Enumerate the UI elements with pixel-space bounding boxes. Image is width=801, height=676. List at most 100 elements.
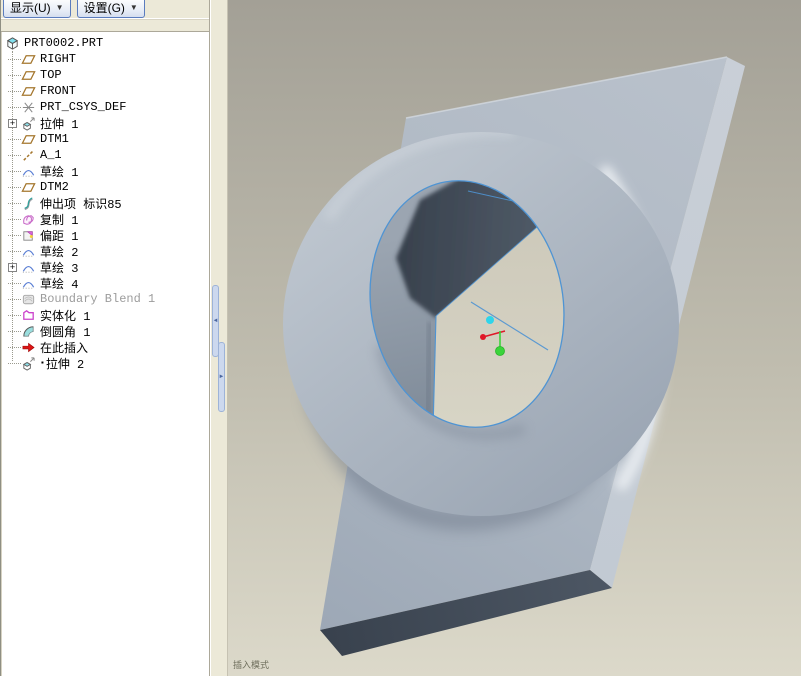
- model-tree-item[interactable]: Boundary Blend 1: [2, 291, 209, 307]
- dropdown-caret-icon: ▼: [55, 3, 64, 12]
- item-label: Boundary Blend 1: [40, 292, 156, 306]
- model-tree-item[interactable]: 草绘 4: [2, 275, 209, 292]
- tree-connector: [8, 250, 21, 252]
- model-tree-item[interactable]: DTM1: [2, 131, 209, 147]
- item-label: RIGHT: [40, 52, 77, 66]
- proe-window: 显示(U) ▼ 设置(G) ▼ PRT0002.PRT RIGHT TOP FRON…: [0, 0, 801, 676]
- tree-connector: [8, 74, 21, 76]
- item-label: 伸出项 标识85: [40, 197, 122, 212]
- datum-plane-icon: [21, 84, 36, 99]
- tree-connector: [8, 234, 21, 236]
- model-tree-item[interactable]: 偏距 1: [2, 227, 209, 244]
- datum-plane-icon: [21, 132, 36, 147]
- item-label: 草绘 3: [40, 261, 79, 276]
- model-tree-item[interactable]: + 草绘 3: [2, 259, 209, 276]
- model-tree-item[interactable]: 倒圆角 1: [2, 323, 209, 340]
- model-tree-item[interactable]: 复制 1: [2, 211, 209, 228]
- tree-connector: [8, 330, 21, 332]
- item-label: 草绘 2: [40, 245, 79, 260]
- boundary-blend-icon: [21, 292, 36, 307]
- item-label: 倒圆角 1: [40, 325, 91, 340]
- axis-icon: [21, 148, 36, 163]
- sketch-icon: [21, 164, 36, 179]
- model-tree: PRT0002.PRT RIGHT TOP FRONT PRT_CSYS_DEF…: [1, 32, 209, 676]
- model-tree-item[interactable]: FRONT: [2, 83, 209, 99]
- tree-connector: [8, 106, 21, 108]
- item-label: 偏距 1: [40, 229, 79, 244]
- item-label: 草绘 4: [40, 277, 79, 292]
- extrude-icon: [21, 356, 36, 371]
- item-label: DTM1: [40, 132, 69, 146]
- model-tree-item[interactable]: ▪ 拉伸 2: [2, 355, 209, 372]
- collapse-arrow-icon: ◄: [212, 318, 219, 324]
- item-prefix-bullet: ▪: [40, 358, 45, 368]
- tree-connector: [8, 186, 21, 188]
- solidify-icon: [21, 308, 36, 323]
- tree-connector: [8, 90, 21, 92]
- datum-point-green[interactable]: [495, 346, 505, 356]
- item-label: 实体化 1: [40, 309, 91, 324]
- dropdown-caret-icon: ▼: [129, 3, 138, 12]
- model-tree-item[interactable]: TOP: [2, 67, 209, 83]
- insert-mode-status: 插入模式: [233, 660, 270, 670]
- settings-menu-label: 设置(G): [83, 1, 125, 15]
- expand-arrow-icon: ►: [218, 374, 225, 380]
- offset-icon: [21, 228, 36, 243]
- item-label: TOP: [40, 68, 62, 82]
- tree-connector: [8, 58, 21, 60]
- item-label: DTM2: [40, 180, 69, 194]
- datum-point-red[interactable]: [480, 334, 486, 340]
- model-tree-item[interactable]: PRT0002.PRT: [2, 35, 209, 51]
- tree-connector: [8, 202, 21, 204]
- datum-point-cyan[interactable]: [486, 316, 494, 324]
- item-label: 拉伸 2: [45, 357, 85, 372]
- copy-icon: [21, 212, 36, 227]
- expand-toggle[interactable]: +: [8, 262, 17, 272]
- round-icon: [21, 324, 36, 339]
- item-label: 复制 1: [40, 213, 79, 228]
- item-label: A_1: [40, 148, 62, 162]
- extrude-icon: [21, 116, 36, 131]
- item-label: 拉伸 1: [40, 117, 79, 132]
- protrusion-icon: [21, 196, 36, 211]
- show-menu-button[interactable]: 显示(U) ▼: [3, 0, 71, 18]
- tree-connector: [8, 154, 21, 156]
- tree-header-strip: [1, 18, 209, 32]
- model-tree-item[interactable]: A_1: [2, 147, 209, 163]
- graphics-area[interactable]: 插入模式: [228, 0, 801, 676]
- tree-connector: [8, 218, 21, 220]
- model-tree-item[interactable]: + 拉伸 1: [2, 115, 209, 132]
- expand-toggle[interactable]: +: [8, 118, 17, 128]
- model-tree-item[interactable]: 实体化 1: [2, 307, 209, 324]
- 3d-viewport[interactable]: [228, 0, 801, 676]
- item-label: FRONT: [40, 84, 77, 98]
- insert-here-icon: [21, 340, 36, 355]
- part-icon: [5, 36, 20, 51]
- show-menu-label: 显示(U): [10, 1, 51, 15]
- expand-panel-handle[interactable]: ►: [218, 342, 225, 412]
- model-tree-panel: 显示(U) ▼ 设置(G) ▼ PRT0002.PRT RIGHT TOP FRON…: [0, 0, 209, 676]
- model-tree-item[interactable]: 伸出项 标识85: [2, 195, 209, 212]
- model-tree-item[interactable]: 在此插入: [2, 339, 209, 356]
- tree-connector: [8, 298, 21, 300]
- tree-connector: [8, 138, 21, 140]
- model-tree-item[interactable]: DTM2: [2, 179, 209, 195]
- model-tree-item[interactable]: 草绘 1: [2, 163, 209, 180]
- model-tree-item[interactable]: RIGHT: [2, 51, 209, 67]
- model-tree-item[interactable]: PRT_CSYS_DEF: [2, 99, 209, 115]
- model-tree-item[interactable]: 草绘 2: [2, 243, 209, 260]
- sketch-icon: [21, 276, 36, 291]
- item-label: 在此插入: [40, 341, 89, 356]
- panel-splitter[interactable]: ◄ ►: [209, 0, 228, 676]
- tree-connector: [8, 170, 21, 172]
- tree-connector: [8, 362, 21, 364]
- tree-connector: [8, 282, 21, 284]
- tree-connector: [8, 346, 21, 348]
- item-label: PRT0002.PRT: [24, 36, 104, 50]
- csys-icon: [21, 100, 36, 115]
- tree-connector: [8, 314, 21, 316]
- sketch-icon: [21, 244, 36, 259]
- datum-plane-icon: [21, 180, 36, 195]
- datum-plane-icon: [21, 52, 36, 67]
- settings-menu-button[interactable]: 设置(G) ▼: [76, 0, 145, 18]
